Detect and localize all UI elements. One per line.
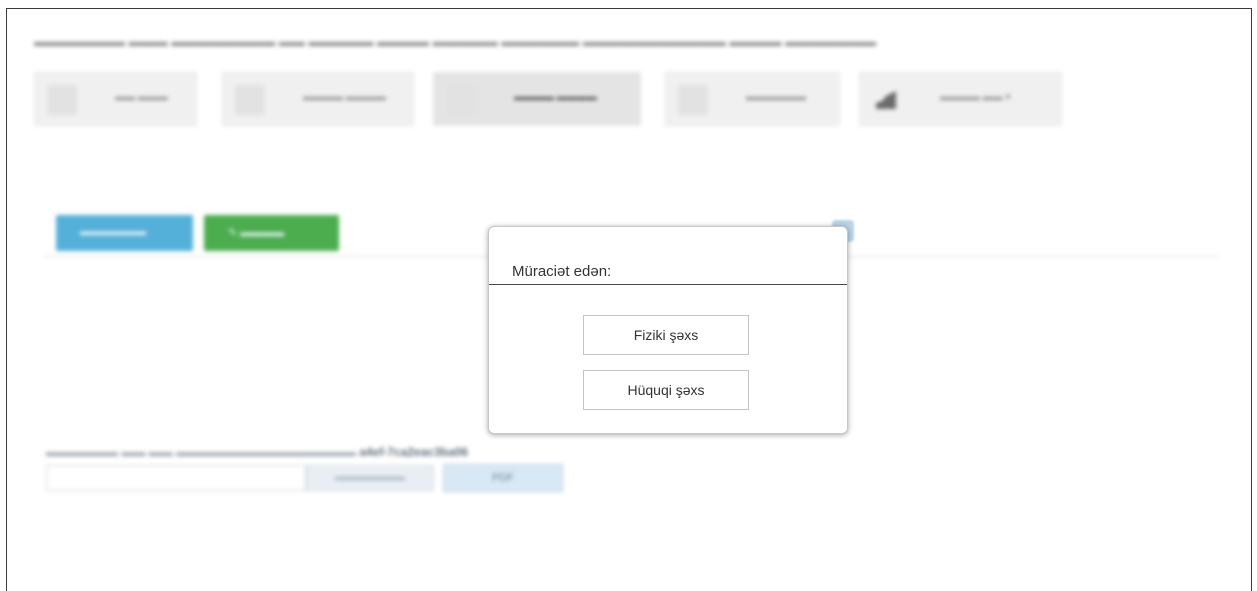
applicant-type-modal: Müraciət edən: Fiziki şəxs Hüquqi şəxs xyxy=(488,226,848,434)
document-code: a4ef-7ca2eac3ba06 xyxy=(359,445,469,459)
nav-tile-3[interactable]: ▬▬▬▬ ▬▬▬▬ xyxy=(433,72,641,126)
blurred-blue-button[interactable]: ▬▬▬▬▬▬ xyxy=(56,215,193,251)
nav-tile-5[interactable]: ▬▬▬▬ ▬▬ ▾ xyxy=(859,72,1062,126)
individual-person-button[interactable]: Fiziki şəxs xyxy=(583,315,749,355)
nav-tile-1[interactable]: ▬▬ ▬▬▬ xyxy=(34,72,197,126)
legal-entity-button[interactable]: Hüquqi şəxs xyxy=(583,370,749,410)
info-icon xyxy=(446,85,476,115)
blurred-secondary-button[interactable]: ▬▬▬▬▬▬▬ xyxy=(306,465,434,491)
document-input[interactable] xyxy=(46,465,306,491)
modal-divider xyxy=(489,284,847,285)
nav-tile-2[interactable]: ▬▬▬▬ ▬▬▬▬ xyxy=(222,72,414,126)
blurred-green-button[interactable]: ✎ ▬▬▬▬ xyxy=(204,215,339,251)
list-icon xyxy=(678,85,708,115)
page-heading: ▬▬▬▬▬▬▬ ▬▬▬ ▬▬▬▬▬▬▬▬ ▬▬ ▬▬▬▬▬ ▬▬▬▬ ▬▬▬▬▬… xyxy=(34,34,877,49)
document-id-line: ▬▬▬▬▬▬ ▬▬ ▬▬ ▬▬▬▬▬▬▬▬▬▬▬▬▬▬▬ a4ef-7ca2ea… xyxy=(46,445,469,459)
chart-icon xyxy=(876,91,896,109)
modal-title: Müraciət edən: xyxy=(512,263,612,280)
pencil-icon: ✎ ▬▬▬▬ xyxy=(228,227,285,239)
edit-icon xyxy=(235,85,265,115)
document-icon xyxy=(47,85,77,115)
pdf-button[interactable]: PDF xyxy=(443,464,563,492)
nav-tile-4[interactable]: ▬▬▬▬▬▬ xyxy=(665,72,840,126)
